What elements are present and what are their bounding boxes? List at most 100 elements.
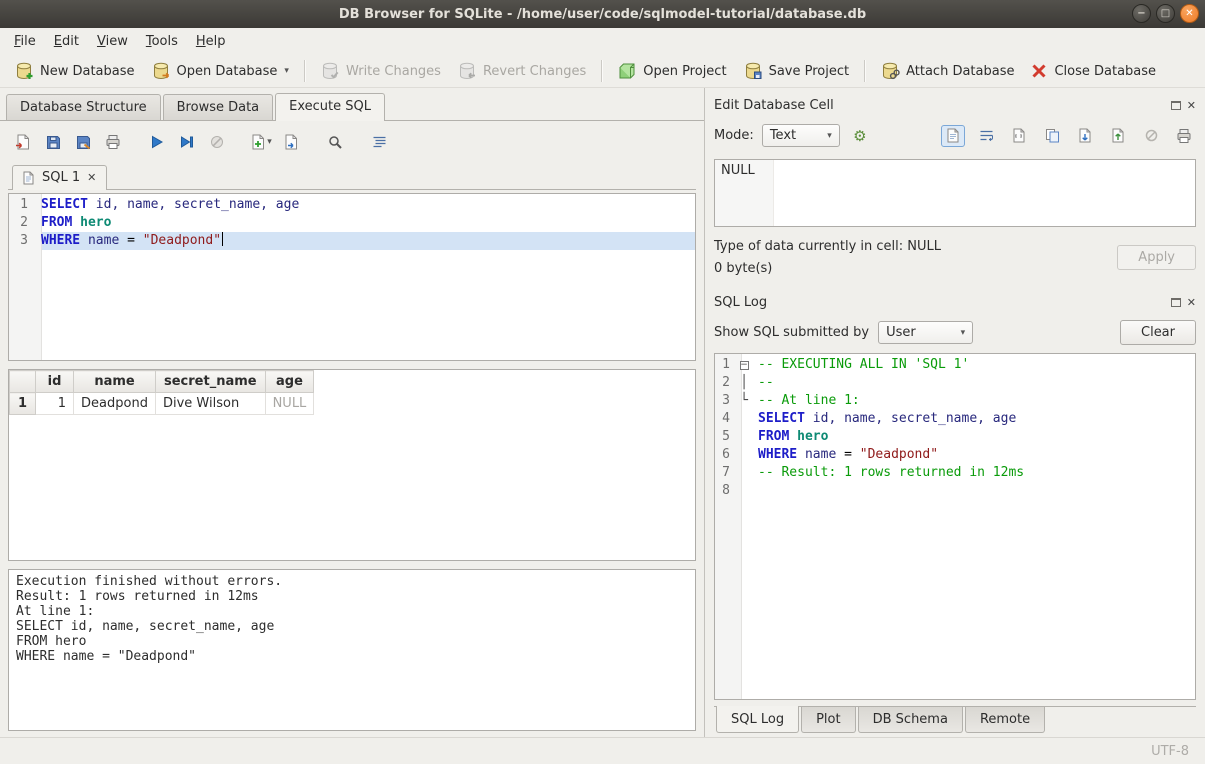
cell-secret-name[interactable]: Dive Wilson [155, 393, 265, 415]
menu-tools[interactable]: Tools [137, 30, 187, 53]
open-in-new-tab-icon [283, 134, 299, 150]
code-line[interactable]: 6WHERE name = "Deadpond" [715, 446, 1195, 464]
execution-message[interactable]: Execution finished without errors. Resul… [8, 569, 696, 731]
open-sql-file-icon [15, 134, 31, 150]
tab-database-structure[interactable]: Database Structure [6, 94, 161, 120]
code-line[interactable]: 2FROM hero [9, 214, 695, 232]
json-view-button[interactable] [1007, 125, 1031, 147]
close-database-icon [1030, 62, 1048, 80]
code-line[interactable]: 1SELECT id, name, secret_name, age [9, 196, 695, 214]
float-panel-icon[interactable] [1171, 298, 1181, 307]
new-tab-dropdown-icon[interactable]: ▾ [267, 137, 272, 147]
new-sql-tab-button[interactable]: ▾ [248, 130, 274, 154]
code-line[interactable]: 8 [715, 482, 1195, 500]
sql-log-view[interactable]: 1−-- EXECUTING ALL IN 'SQL 1'2│--3└-- At… [714, 353, 1196, 700]
mode-combobox[interactable]: Text ▾ [762, 124, 840, 147]
close-panel-icon[interactable]: ✕ [1187, 297, 1196, 308]
column-header-age[interactable]: age [265, 371, 314, 393]
attach-database-button[interactable]: Attach Database [872, 58, 1022, 84]
dock-tab-plot[interactable]: Plot [801, 707, 856, 733]
export-cell-button[interactable] [1073, 125, 1097, 147]
menu-view[interactable]: View [88, 30, 137, 53]
text-view-button[interactable] [941, 125, 965, 147]
open-sql-file-button[interactable] [10, 130, 36, 154]
open-database-dropdown-icon[interactable]: ▾ [284, 66, 289, 76]
auto-format-button[interactable]: ⚙ [848, 125, 872, 147]
code-line[interactable]: 3└-- At line 1: [715, 392, 1195, 410]
results-corner-cell [10, 371, 36, 393]
code-line[interactable]: 4SELECT id, name, secret_name, age [715, 410, 1195, 428]
code-line[interactable]: 5FROM hero [715, 428, 1195, 446]
titlebar[interactable]: DB Browser for SQLite - /home/user/code/… [0, 0, 1205, 28]
sql-tab[interactable]: SQL 1 ✕ [12, 165, 107, 190]
open-in-new-tab-button[interactable] [278, 130, 304, 154]
dock-tab-remote[interactable]: Remote [965, 707, 1045, 733]
code-line[interactable]: 1−-- EXECUTING ALL IN 'SQL 1' [715, 356, 1195, 374]
column-header-id[interactable]: id [36, 371, 74, 393]
sql-file-icon [22, 171, 35, 185]
cell-id[interactable]: 1 [36, 393, 74, 415]
encoding-indicator[interactable]: UTF-8 [1151, 744, 1189, 759]
column-header-name[interactable]: name [74, 371, 156, 393]
line-text: FROM hero [752, 428, 828, 446]
line-number: 2 [9, 214, 35, 232]
results-header-row: id name secret_name age [10, 371, 314, 393]
window-title: DB Browser for SQLite - /home/user/code/… [339, 7, 866, 22]
menu-edit[interactable]: Edit [45, 30, 88, 53]
dock-tab-sql-log[interactable]: SQL Log [716, 706, 799, 733]
new-database-button[interactable]: New Database [6, 58, 143, 84]
dock-tab-db-schema[interactable]: DB Schema [858, 707, 963, 733]
close-window-button[interactable]: ✕ [1180, 4, 1199, 23]
save-sql-file-as-button[interactable] [70, 130, 96, 154]
import-cell-button[interactable] [1106, 125, 1130, 147]
text-view-icon [946, 128, 960, 143]
line-number: 3 [715, 392, 736, 410]
sql-editor[interactable]: 1SELECT id, name, secret_name, age2FROM … [8, 193, 696, 361]
print-cell-button[interactable] [1172, 125, 1196, 147]
submitter-combobox[interactable]: User ▾ [878, 321, 973, 344]
cell-editor[interactable]: NULL [714, 159, 1196, 227]
save-project-button[interactable]: Save Project [735, 58, 858, 84]
cell-name[interactable]: Deadpond [74, 393, 156, 415]
line-number: 7 [715, 464, 736, 482]
close-database-button[interactable]: Close Database [1022, 59, 1164, 83]
save-sql-file-button[interactable] [40, 130, 66, 154]
execute-line-button[interactable] [174, 130, 200, 154]
minimize-button[interactable]: − [1132, 4, 1151, 23]
results-grid[interactable]: id name secret_name age 1 1 Deadpond Div… [8, 369, 696, 561]
mode-value: Text [770, 128, 796, 143]
open-database-button[interactable]: Open Database ▾ [143, 58, 297, 84]
results-row[interactable]: 1 1 Deadpond Dive Wilson NULL [10, 393, 314, 415]
maximize-button[interactable]: □ [1156, 4, 1175, 23]
clear-log-button[interactable]: Clear [1120, 320, 1196, 345]
line-number: 2 [715, 374, 736, 392]
float-panel-icon[interactable] [1171, 101, 1181, 110]
app-window: DB Browser for SQLite - /home/user/code/… [0, 0, 1205, 764]
open-project-button[interactable]: Open Project [609, 58, 734, 84]
text-cursor [222, 232, 223, 246]
fold-marker[interactable]: − [736, 356, 752, 374]
line-text: SELECT id, name, secret_name, age [752, 410, 1016, 428]
code-line[interactable]: 7-- Result: 1 rows returned in 12ms [715, 464, 1195, 482]
find-replace-button[interactable] [322, 130, 348, 154]
copy-button[interactable] [1040, 125, 1064, 147]
tab-browse-data[interactable]: Browse Data [163, 94, 274, 120]
tab-execute-sql[interactable]: Execute SQL [275, 93, 385, 121]
gear-icon: ⚙ [853, 127, 866, 145]
menu-file[interactable]: File [5, 30, 45, 53]
save-sql-file-as-icon [76, 135, 91, 150]
revert-changes-label: Revert Changes [483, 64, 586, 79]
print-sql-button[interactable] [100, 130, 126, 154]
fold-marker [736, 410, 752, 428]
code-line[interactable]: 2│-- [715, 374, 1195, 392]
menu-help[interactable]: Help [187, 30, 235, 53]
code-line[interactable]: 3WHERE name = "Deadpond" [9, 232, 695, 250]
close-sql-tab-icon[interactable]: ✕ [87, 171, 96, 184]
word-wrap-button[interactable] [974, 125, 998, 147]
close-panel-icon[interactable]: ✕ [1187, 100, 1196, 111]
format-sql-button[interactable] [366, 130, 392, 154]
column-header-secret-name[interactable]: secret_name [155, 371, 265, 393]
execute-all-button[interactable] [144, 130, 170, 154]
sql-log-header: SQL Log ✕ [714, 292, 1196, 312]
cell-age[interactable]: NULL [265, 393, 314, 415]
